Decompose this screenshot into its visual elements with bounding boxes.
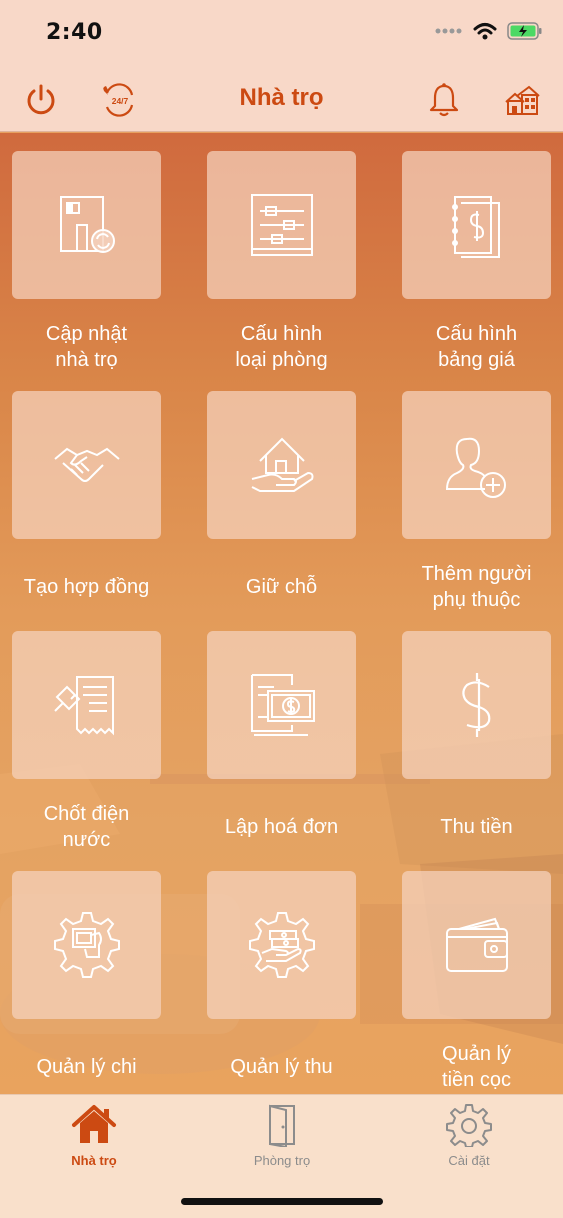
menu-tile-label: Quản lý tiền cọc xyxy=(442,1043,511,1091)
menu-tile-reservation[interactable]: Giữ chỗ xyxy=(207,391,356,598)
menu-tile-label: Chốt điện nước xyxy=(43,803,130,851)
expense-gear-icon xyxy=(53,912,120,978)
menu-tile-box xyxy=(207,391,356,539)
menu-tile-manage-income[interactable]: Quản lý thu xyxy=(207,871,356,1078)
status-icons xyxy=(435,22,543,40)
tab-phong-tro[interactable]: Phòng trọ xyxy=(212,1103,352,1168)
menu-tile-box xyxy=(12,151,161,299)
price-book-icon xyxy=(451,196,500,258)
houses-button[interactable] xyxy=(500,80,544,120)
bell-icon xyxy=(429,83,459,117)
tab-label: Nhà trọ xyxy=(71,1153,117,1168)
battery-icon xyxy=(507,22,542,40)
sliders-icon xyxy=(250,194,313,256)
menu-tile-update-house[interactable]: Cập nhật nhà trọ xyxy=(12,151,161,371)
status-bar: 2:40 xyxy=(0,0,563,70)
menu-tile-create-contract[interactable]: Tạo hợp đồng xyxy=(12,391,161,598)
menu-tile-label: Giữ chỗ xyxy=(245,576,318,598)
menu-tile-create-invoice[interactable]: Lập hoá đơn xyxy=(207,631,356,838)
menu-tile-meter-reading[interactable]: Chốt điện nước xyxy=(12,631,161,851)
menu-tile-box xyxy=(402,391,551,539)
status-time: 2:40 xyxy=(46,20,103,45)
menu-tile-label: Tạo hợp đồng xyxy=(23,576,150,598)
dollar-icon xyxy=(461,673,490,737)
house-update-icon xyxy=(59,196,115,253)
menu-tile-room-types[interactable]: Cấu hình loại phòng xyxy=(207,151,356,371)
door-icon xyxy=(269,1104,295,1147)
add-person-icon xyxy=(445,437,506,498)
page-title: Nhà trọ xyxy=(239,84,324,111)
home-indicator xyxy=(181,1198,383,1205)
menu-tile-manage-deposit[interactable]: Quản lý tiền cọc xyxy=(402,871,551,1091)
menu-tile-label: Cập nhật nhà trọ xyxy=(45,323,128,371)
tab-cai-dat[interactable]: Cài đặt xyxy=(399,1103,539,1168)
gear-icon xyxy=(446,1104,492,1147)
menu-tile-label: Thu tiền xyxy=(440,816,513,838)
menu-tile-box xyxy=(402,631,551,779)
menu-tile-box xyxy=(207,631,356,779)
menu-tile-box xyxy=(207,151,356,299)
home-icon xyxy=(72,1105,116,1143)
menu-tile-box xyxy=(402,151,551,299)
menu-tile-collect-payment[interactable]: Thu tiền xyxy=(402,631,551,838)
signal-icon xyxy=(435,28,462,34)
menu-tile-box xyxy=(207,871,356,1019)
menu-tile-label: Lập hoá đơn xyxy=(224,816,339,838)
menu-tile-label: Cấu hình bảng giá xyxy=(435,323,518,371)
menu-grid: Cập nhật nhà trọ Cấu hình loại phòng Cấu… xyxy=(12,151,551,1091)
menu-tile-box xyxy=(12,391,161,539)
houses-icon xyxy=(505,85,540,115)
menu-tile-price-table[interactable]: Cấu hình bảng giá xyxy=(402,151,551,371)
menu-tile-box xyxy=(12,871,161,1019)
menu-tile-label: Quản lý chi xyxy=(36,1056,137,1078)
notifications-button[interactable] xyxy=(422,80,466,120)
income-gear-icon xyxy=(248,912,315,978)
menu-tile-label: Cấu hình loại phòng xyxy=(235,323,328,371)
handshake-icon xyxy=(53,447,120,482)
invoice-money-icon xyxy=(250,674,315,736)
wifi-icon xyxy=(473,23,497,40)
menu-tile-label: Thêm người phụ thuộc xyxy=(421,563,532,611)
main-content: Cập nhật nhà trọ Cấu hình loại phòng Cấu… xyxy=(0,133,563,1094)
menu-tile-box xyxy=(402,871,551,1019)
menu-tile-label: Quản lý thu xyxy=(230,1056,333,1078)
tab-nha-tro[interactable]: Nhà trọ xyxy=(24,1103,164,1168)
header-bar: 24/7 Nhà trọ xyxy=(0,70,563,132)
tab-label: Phòng trọ xyxy=(253,1153,311,1168)
tab-label: Cài đặt xyxy=(448,1153,490,1168)
menu-tile-manage-expenses[interactable]: Quản lý chi xyxy=(12,871,161,1078)
wallet-icon xyxy=(445,917,508,972)
menu-tile-add-dependent[interactable]: Thêm người phụ thuộc xyxy=(402,391,551,611)
menu-tile-box xyxy=(12,631,161,779)
receipt-pin-icon xyxy=(53,676,114,736)
house-in-hand-icon xyxy=(251,437,313,492)
